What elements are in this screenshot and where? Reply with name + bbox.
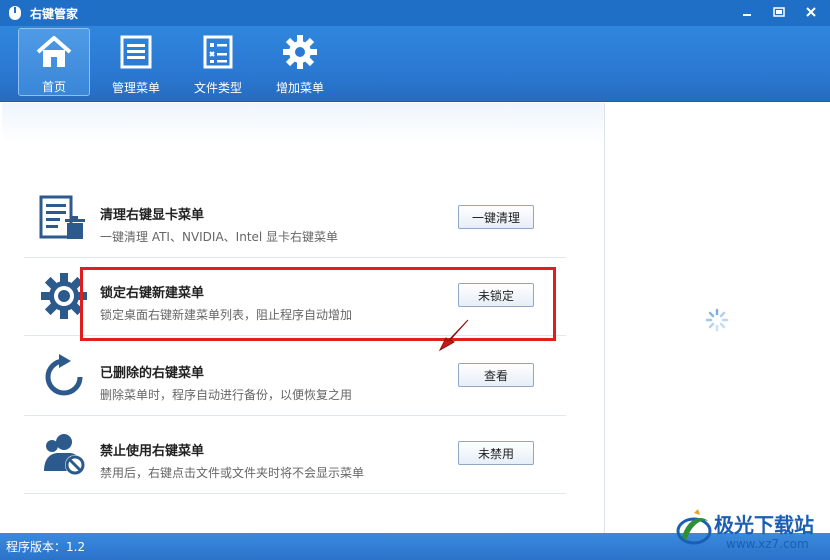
refresh-icon bbox=[38, 350, 90, 402]
row-description: 一键清理 ATI、NVIDIA、Intel 显卡右键菜单 bbox=[100, 230, 339, 244]
watermark-logo-icon bbox=[676, 509, 712, 545]
tab-manage-menu-label: 管理菜单 bbox=[111, 81, 160, 95]
one-click-clean-button[interactable]: 一键清理 bbox=[458, 205, 534, 229]
main-toolbar: 首页 管理菜单 文件类型 增加菜单 bbox=[0, 26, 830, 102]
clean-list-icon bbox=[38, 192, 90, 244]
watermark-name: 极光下载站 bbox=[714, 513, 814, 537]
menu-list-icon bbox=[116, 32, 156, 71]
tab-file-type-label: 文件类型 bbox=[193, 81, 242, 95]
annotation-highlight-box bbox=[80, 267, 556, 341]
minimize-button[interactable] bbox=[734, 3, 760, 21]
tab-add-menu-label: 增加菜单 bbox=[275, 81, 324, 95]
row-title: 已删除的右键菜单 bbox=[100, 366, 205, 381]
tab-home[interactable]: 首页 bbox=[18, 28, 90, 96]
gear-icon bbox=[280, 32, 320, 71]
right-preview-panel bbox=[604, 103, 830, 533]
window-controls bbox=[734, 3, 824, 21]
watermark-url: www.xz7.com bbox=[726, 537, 809, 551]
loading-spinner-icon bbox=[705, 308, 729, 332]
row-title: 清理右键显卡菜单 bbox=[100, 208, 205, 223]
tab-add-menu[interactable]: 增加菜单 bbox=[264, 28, 336, 96]
file-type-icon bbox=[198, 32, 238, 71]
version-label: 程序版本：1.2 bbox=[6, 540, 86, 554]
feature-row-deleted-menus: 已删除的右键菜单 删除菜单时，程序自动进行备份，以便恢复之用 查看 bbox=[24, 338, 566, 416]
row-title: 禁止使用右键菜单 bbox=[100, 444, 205, 459]
app-logo-icon bbox=[8, 5, 22, 21]
annotation-arrow-icon bbox=[438, 319, 469, 352]
close-button[interactable] bbox=[798, 3, 824, 21]
home-icon bbox=[34, 33, 74, 70]
tab-file-type[interactable]: 文件类型 bbox=[182, 28, 254, 96]
row-description: 禁用后，右键点击文件或文件夹时将不会显示菜单 bbox=[100, 466, 365, 480]
tab-manage-menu[interactable]: 管理菜单 bbox=[100, 28, 172, 96]
content-header-strip bbox=[2, 103, 604, 143]
view-button[interactable]: 查看 bbox=[458, 363, 534, 387]
tab-home-label: 首页 bbox=[41, 80, 66, 94]
window-title: 右键管家 bbox=[30, 6, 79, 21]
user-block-icon bbox=[38, 428, 90, 480]
title-bar: 右键管家 bbox=[0, 0, 830, 26]
site-watermark: 极光下载站 www.xz7.com bbox=[674, 505, 824, 555]
feature-row-disable-context-menu: 禁止使用右键菜单 禁用后，右键点击文件或文件夹时将不会显示菜单 未禁用 bbox=[24, 416, 566, 494]
feature-row-clean-gpu-menu: 清理右键显卡菜单 一键清理 ATI、NVIDIA、Intel 显卡右键菜单 一键… bbox=[24, 180, 566, 258]
row-description: 删除菜单时，程序自动进行备份，以便恢复之用 bbox=[100, 388, 353, 402]
disable-toggle-button[interactable]: 未禁用 bbox=[458, 441, 534, 465]
restore-button[interactable] bbox=[766, 3, 792, 21]
